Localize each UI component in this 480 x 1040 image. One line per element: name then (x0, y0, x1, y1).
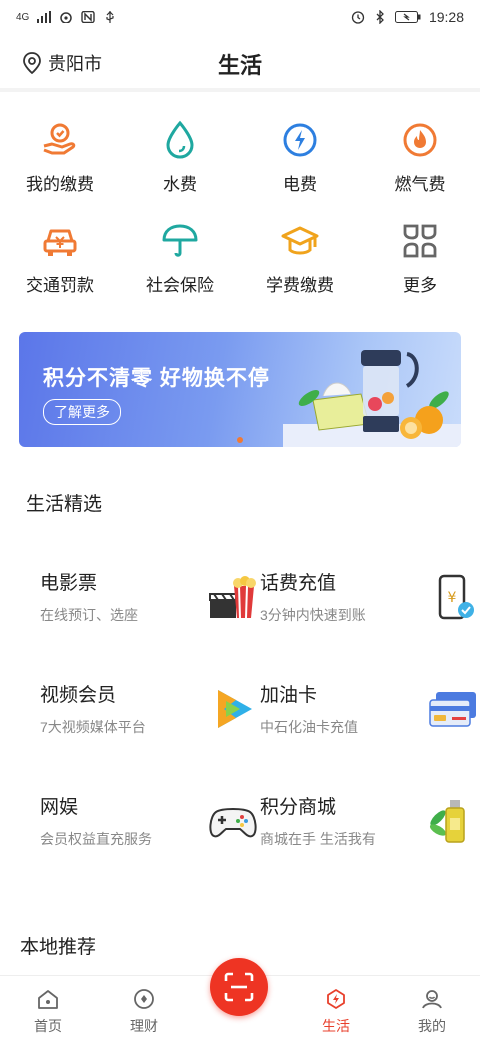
banner-learn-more-button[interactable]: 了解更多 (43, 399, 121, 425)
service-social-insurance[interactable]: 社会保险 (120, 221, 240, 296)
service-label: 电费 (283, 175, 317, 194)
pick-desc: 中石化油卡充值 (260, 719, 358, 735)
car-fine-icon (43, 229, 77, 256)
wifi-icon (60, 12, 73, 23)
service-gas[interactable]: 燃气费 (360, 120, 480, 195)
signal-icon (37, 11, 52, 23)
service-tuition[interactable]: 学费缴费 (240, 221, 360, 296)
service-label: 燃气费 (394, 175, 446, 194)
tab-life[interactable]: 生活 (296, 988, 376, 1036)
service-label: 更多 (403, 276, 437, 295)
video-play-icon (218, 690, 252, 728)
pick-name: 话费充值 (260, 573, 337, 594)
nfc-icon (81, 11, 96, 23)
gamepad-icon (209, 808, 257, 838)
svg-text:¥: ¥ (448, 590, 457, 606)
phone-recharge-icon: ¥ (438, 574, 474, 620)
tab-home[interactable]: 首页 (8, 988, 88, 1036)
section-title: 生活精选 (26, 494, 103, 515)
pick-name: 电影票 (40, 573, 98, 594)
pick-phone-recharge[interactable]: 话费充值 3分钟内快速到账 ¥ (260, 568, 480, 632)
bluetooth-icon (376, 10, 384, 24)
water-drop-icon (166, 120, 194, 159)
promo-banner[interactable]: 积分不清零 好物换不停 了解更多 (19, 332, 461, 447)
umbrella-icon (162, 224, 198, 257)
pick-desc: 3分钟内快速到账 (260, 607, 366, 623)
pick-points-mall[interactable]: 积分商城 商城在手 生活我有 (260, 792, 480, 856)
gas-flame-icon (403, 123, 437, 157)
pick-name: 加油卡 (260, 685, 318, 706)
pick-fuel-card[interactable]: 加油卡 中石化油卡充值 (260, 680, 480, 744)
tab-label: 生活 (322, 1018, 350, 1034)
page-header: 贵阳市 生活 (0, 34, 480, 92)
wealth-icon (134, 989, 154, 1009)
scan-icon (224, 972, 254, 1002)
tab-label: 首页 (34, 1018, 62, 1034)
banner-headline: 积分不清零 好物换不停 (43, 367, 270, 390)
service-label: 学费缴费 (266, 276, 334, 295)
electricity-bolt-icon (283, 123, 317, 157)
service-more[interactable]: 更多 (360, 221, 480, 296)
pick-name: 网娱 (40, 797, 79, 818)
more-grid-icon (403, 224, 437, 258)
service-electricity[interactable]: 电费 (240, 120, 360, 195)
pick-desc: 商城在手 生活我有 (260, 831, 376, 847)
clock: 19:28 (428, 9, 464, 25)
service-label: 我的缴费 (26, 175, 94, 194)
pick-name: 视频会员 (40, 685, 117, 706)
movie-popcorn-icon (209, 576, 256, 619)
payment-hand-icon (43, 123, 76, 155)
service-label: 社会保险 (146, 276, 214, 295)
pick-desc: 会员权益直充服务 (40, 831, 152, 847)
fuel-card-icon (429, 692, 476, 727)
tab-label: 理财 (130, 1018, 158, 1034)
tab-wealth[interactable]: 理财 (104, 988, 184, 1036)
graduation-cap-icon (281, 226, 319, 255)
scan-button[interactable] (210, 958, 268, 1016)
network-type: 4G (16, 11, 30, 23)
battery-icon (394, 11, 421, 23)
service-label: 交通罚款 (26, 276, 94, 295)
service-label: 水费 (163, 175, 197, 194)
pick-video-membership[interactable]: 视频会员 7大视频媒体平台 (40, 680, 260, 744)
life-icon (327, 989, 345, 1009)
profile-icon (422, 990, 442, 1009)
page-title: 生活 (217, 53, 262, 78)
pick-entertainment[interactable]: 网娱 会员权益直充服务 (40, 792, 260, 856)
usb-icon (106, 11, 114, 23)
status-bar: 4G 19:28 (0, 0, 480, 34)
pick-name: 积分商城 (260, 797, 337, 818)
banner-dot-active (237, 437, 243, 443)
alarm-icon (351, 11, 365, 24)
banner-pagination (0, 437, 480, 443)
local-recommend-title: 本地推荐 (20, 937, 97, 958)
tab-profile[interactable]: 我的 (392, 988, 472, 1036)
pick-movie-tickets[interactable]: 电影票 在线预订、选座 (40, 568, 260, 632)
tab-label: 我的 (418, 1018, 446, 1034)
pick-desc: 在线预订、选座 (40, 607, 138, 623)
service-grid: 我的缴费 水费 电费 燃气费 交通罚款 社会保险 学费缴费 更多 (0, 120, 480, 296)
service-water[interactable]: 水费 (120, 120, 240, 195)
service-my-payment[interactable]: 我的缴费 (0, 120, 120, 195)
banner-products-illustration (298, 350, 449, 439)
points-mall-icon (429, 800, 465, 843)
service-traffic-fine[interactable]: 交通罚款 (0, 221, 120, 296)
pick-desc: 7大视频媒体平台 (40, 719, 146, 735)
home-icon (38, 990, 58, 1009)
